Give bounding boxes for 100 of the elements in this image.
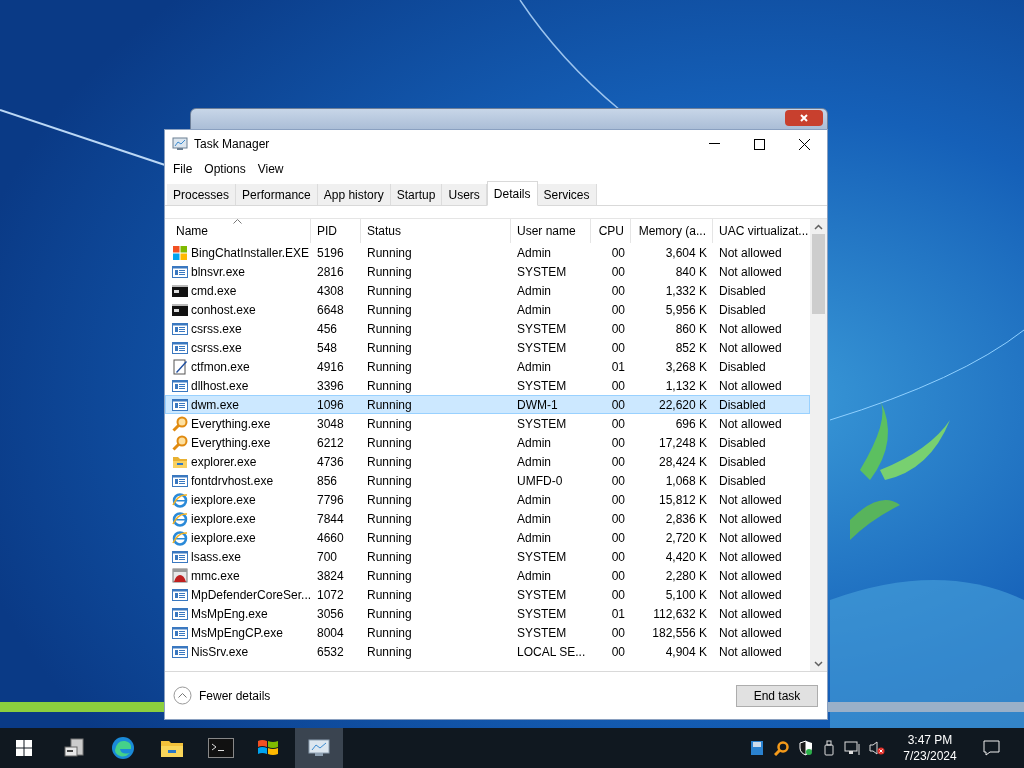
uac-cell-text: Not allowed <box>719 548 782 566</box>
uac-cell-text: Not allowed <box>719 244 782 262</box>
close-button[interactable] <box>785 110 823 126</box>
process-row[interactable]: csrss.exe 548 Running SYSTEM 00 852 K Not allowed <box>165 338 810 357</box>
network-icon[interactable] <box>844 740 862 756</box>
memory-cell-text: 15,812 K <box>658 491 707 509</box>
tab[interactable]: Startup <box>390 184 443 205</box>
terminal-icon[interactable] <box>208 738 234 758</box>
cpu-cell-text: 00 <box>611 415 625 433</box>
process-row[interactable]: iexplore.exe 7796 Running Admin 00 15,812 K Not allowed <box>165 490 810 509</box>
process-row[interactable]: MpDefenderCoreSer... 1072 Running SYSTEM 00 5,100 K Not allowed <box>165 585 810 604</box>
uac-cell-text: Disabled <box>719 453 766 471</box>
maximize-icon[interactable] <box>754 138 765 150</box>
menu-item[interactable]: Options <box>198 158 252 180</box>
cpu-cell-text: 00 <box>611 491 625 509</box>
computer-disk-icon[interactable] <box>63 737 87 759</box>
process-row[interactable]: dwm.exe 1096 Running DWM-1 00 22,620 K Disabled <box>165 395 810 414</box>
column-header[interactable]: User name <box>511 219 591 243</box>
user-cell-text: SYSTEM <box>517 339 567 357</box>
column-header[interactable]: Memory (a... <box>631 219 713 243</box>
process-row[interactable]: iexplore.exe 4660 Running Admin 00 2,720 K Not allowed <box>165 528 810 547</box>
clock-time[interactable]: 3:47 PM <box>907 732 953 748</box>
shield-icon[interactable] <box>799 740 813 756</box>
pid-cell-text: 7796 <box>317 491 344 509</box>
user-cell-text: Admin <box>517 491 551 509</box>
cpu-cell-text: 00 <box>611 472 625 490</box>
status-cell-text: Running <box>367 320 412 338</box>
process-row[interactable]: BingChatInstaller.EXE 5196 Running Admin 00 3,604 K Not allowed <box>165 243 810 262</box>
pid-cell-text: 4916 <box>317 358 344 376</box>
minimize-icon[interactable] <box>709 143 720 145</box>
process-row[interactable]: lsass.exe 700 Running SYSTEM 00 4,420 K Not allowed <box>165 547 810 566</box>
save-icon[interactable] <box>751 741 763 755</box>
process-row[interactable]: mmc.exe 3824 Running Admin 00 2,280 K Not allowed <box>165 566 810 585</box>
tab[interactable]: Users <box>442 184 487 205</box>
tab[interactable]: App history <box>317 184 391 205</box>
process-name: iexplore.exe <box>191 529 256 547</box>
process-name: MsMpEng.exe <box>191 605 268 623</box>
process-row[interactable]: fontdrvhost.exe 856 Running UMFD-0 00 1,068 K Disabled <box>165 471 810 490</box>
memory-cell-text: 3,604 K <box>665 244 707 262</box>
process-row[interactable]: NisSrv.exe 6532 Running LOCAL SE... 00 4,904 K Not allowed <box>165 642 810 661</box>
process-row[interactable]: MsMpEngCP.exe 8004 Running SYSTEM 00 182,556 K Not allowed <box>165 623 810 642</box>
muted-speaker-icon[interactable] <box>869 740 885 756</box>
column-header[interactable]: PID <box>311 219 361 243</box>
window-icon <box>172 624 188 641</box>
user-cell-text: SYSTEM <box>517 586 567 604</box>
pid-cell-text: 7844 <box>317 510 344 528</box>
uac-cell-text: Not allowed <box>719 415 782 433</box>
fewer-details-link[interactable]: Fewer details <box>199 686 271 705</box>
scroll-down-icon[interactable] <box>814 661 823 667</box>
uac-cell-text: Not allowed <box>719 567 782 585</box>
process-name: cmd.exe <box>191 282 237 300</box>
menu-item[interactable]: View <box>251 158 290 180</box>
scroll-up-icon[interactable] <box>814 224 823 230</box>
column-header[interactable]: CPU <box>591 219 631 243</box>
tab[interactable]: Services <box>537 184 597 205</box>
scrollbar[interactable] <box>810 219 827 671</box>
process-row[interactable]: Everything.exe 3048 Running SYSTEM 00 696 K Not allowed <box>165 414 810 433</box>
process-name: conhost.exe <box>191 301 256 319</box>
uac-cell-text: Not allowed <box>719 605 782 623</box>
process-row[interactable]: ctfmon.exe 4916 Running Admin 01 3,268 K Disabled <box>165 357 810 376</box>
cpu-cell-text: 00 <box>611 586 625 604</box>
close-icon[interactable] <box>799 138 810 150</box>
process-row[interactable]: MsMpEng.exe 3056 Running SYSTEM 01 112,632 K Not allowed <box>165 604 810 623</box>
process-row[interactable]: dllhost.exe 3396 Running SYSTEM 00 1,132 K Not allowed <box>165 376 810 395</box>
folder-icon[interactable] <box>160 738 184 758</box>
scroll-thumb[interactable] <box>812 234 825 314</box>
pid-cell-text: 456 <box>317 320 338 338</box>
monitor-icon <box>307 738 331 758</box>
tab[interactable]: Processes <box>167 184 237 205</box>
cpu-cell-text: 01 <box>611 605 625 623</box>
process-row[interactable]: blnsvr.exe 2816 Running SYSTEM 00 840 K Not allowed <box>165 262 810 281</box>
end-task-button[interactable]: End task <box>736 684 818 707</box>
process-row[interactable]: explorer.exe 4736 Running Admin 00 28,424 K Disabled <box>165 452 810 471</box>
process-row[interactable]: cmd.exe 4308 Running Admin 00 1,332 K Disabled <box>165 281 810 300</box>
edge-icon[interactable] <box>111 736 135 760</box>
window-icon <box>172 339 188 356</box>
memory-cell-text: 2,836 K <box>665 510 707 528</box>
column-header[interactable]: Status <box>361 219 511 243</box>
uac-cell-text: Disabled <box>719 358 766 376</box>
memory-cell-text: 112,632 K <box>653 605 707 623</box>
process-row[interactable]: Everything.exe 6212 Running Admin 00 17,248 K Disabled <box>165 433 810 452</box>
process-row[interactable]: conhost.exe 6648 Running Admin 00 5,956 K Disabled <box>165 300 810 319</box>
tab[interactable]: Performance <box>236 184 318 205</box>
console-icon <box>172 301 188 318</box>
column-header[interactable]: Name <box>165 219 311 243</box>
notification-icon[interactable] <box>983 740 1000 756</box>
clock-date[interactable]: 7/23/2024 <box>903 748 957 764</box>
magnifier-icon[interactable] <box>774 740 789 756</box>
cpu-cell-text: 00 <box>611 339 625 357</box>
window-icon <box>172 605 188 622</box>
usb-drive-icon[interactable] <box>823 740 835 756</box>
windows-logo-icon[interactable] <box>16 740 32 756</box>
process-row[interactable]: csrss.exe 456 Running SYSTEM 00 860 K Not allowed <box>165 319 810 338</box>
user-cell-text: Admin <box>517 434 551 452</box>
taskbar-button[interactable] <box>295 728 343 768</box>
cpu-cell-text: 00 <box>611 377 625 395</box>
process-row[interactable]: iexplore.exe 7844 Running Admin 00 2,836 K Not allowed <box>165 509 810 528</box>
pid-cell-text: 4736 <box>317 453 344 471</box>
tab[interactable]: Details <box>486 181 538 206</box>
menu-item[interactable]: File <box>167 158 199 180</box>
